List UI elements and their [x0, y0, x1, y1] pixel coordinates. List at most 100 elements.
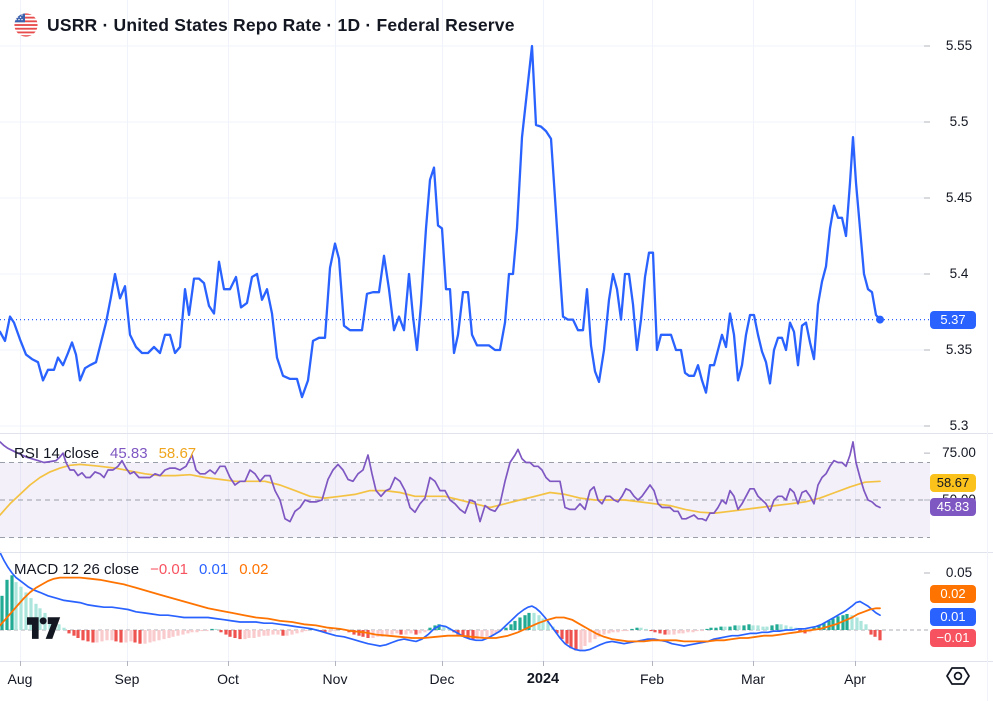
macd-histogram-bar	[611, 630, 614, 632]
symbol-title[interactable]: USRR · United States Repo Rate · 1D · Fe…	[47, 15, 515, 36]
macd-histogram-bar	[644, 629, 647, 630]
macd-line-badge: 0.01	[930, 608, 976, 626]
macd-histogram-bar	[200, 630, 203, 631]
rsi-axis-label: 75.00	[942, 445, 976, 460]
macd-histogram-bar	[747, 624, 750, 630]
macd-histogram-bar	[409, 630, 412, 633]
macd-histogram-bar	[205, 630, 208, 631]
macd-histogram-bar	[686, 630, 689, 632]
macd-histogram-bar	[224, 630, 227, 635]
macd-histogram-bar	[761, 627, 764, 630]
macd-histogram-bar	[728, 627, 731, 630]
macd-histogram-bar	[152, 630, 155, 641]
macd-histogram-bar	[532, 613, 535, 630]
rsi-ma-legend-value: 58.67	[159, 445, 197, 462]
macd-histogram-bar	[653, 630, 656, 632]
rsi-legend[interactable]: RSI 14 close 45.83 58.67	[14, 445, 196, 462]
time-axis-label: Nov	[323, 671, 348, 687]
macd-histogram-bar	[72, 630, 75, 636]
macd-histogram-bar	[290, 630, 293, 635]
macd-histogram-bar	[167, 630, 170, 638]
macd-histogram-bar	[705, 629, 708, 630]
price-axis-label: 5.35	[946, 342, 972, 357]
rsi-legend-name: RSI 14 close	[14, 445, 99, 462]
macd-legend[interactable]: MACD 12 26 close −0.01 0.01 0.02	[14, 561, 268, 578]
macd-histogram-bar	[565, 630, 568, 644]
macd-histogram-bar	[219, 630, 222, 632]
time-axis-label: Mar	[741, 671, 765, 687]
macd-histogram-bar	[635, 628, 638, 630]
macd-histogram-bar	[129, 630, 132, 641]
macd-histogram-bar	[756, 625, 759, 630]
macd-histogram-bar	[428, 628, 431, 630]
macd-histogram-bar	[845, 614, 848, 630]
time-axis-label: Sep	[115, 671, 140, 687]
macd-histogram-bar	[176, 630, 179, 636]
macd-histogram-bar	[639, 628, 642, 630]
macd-histogram-bar	[361, 630, 364, 637]
macd-histogram-bar	[691, 630, 694, 632]
macd-signal-badge: 0.02	[930, 585, 976, 603]
ohlc-eye-icon[interactable]	[944, 663, 974, 694]
price-axis-label: 5.45	[946, 190, 972, 205]
macd-histogram-bar	[621, 630, 624, 631]
macd-histogram-bar	[414, 630, 417, 635]
macd-histogram-bar	[247, 630, 250, 638]
macd-histogram-bar	[855, 618, 858, 631]
macd-histogram-bar	[672, 630, 675, 635]
macd-histogram-bar	[266, 630, 269, 636]
macd-histogram-bar	[148, 630, 151, 643]
time-axis-label: Dec	[430, 671, 455, 687]
macd-axis-label: 0.05	[946, 565, 972, 580]
macd-histogram-bar	[333, 630, 336, 631]
macd-histogram-bar	[423, 630, 426, 632]
macd-histogram-bar	[114, 630, 117, 641]
macd-histogram-bar	[257, 630, 260, 637]
macd-line-legend-value: 0.01	[199, 561, 228, 578]
price-axis-label: 5.3	[950, 418, 969, 433]
macd-histogram-bar	[607, 630, 610, 633]
macd-histogram-bar	[262, 630, 265, 636]
time-axis-label: Apr	[844, 671, 866, 687]
rsi-value-badge: 45.83	[930, 498, 976, 516]
macd-signal-legend-value: 0.02	[239, 561, 268, 578]
macd-histogram-bar	[775, 624, 778, 630]
macd-histogram-bar	[395, 630, 398, 633]
macd-histogram-bar	[719, 627, 722, 630]
chart-window: USRR · United States Repo Rate · 1D · Fe…	[0, 0, 993, 701]
macd-histogram-bar	[509, 624, 512, 630]
macd-histogram-bar	[779, 624, 782, 630]
macd-histogram-bar	[295, 630, 298, 633]
macd-histogram-bar	[404, 630, 407, 635]
macd-histogram-bar	[485, 630, 488, 637]
macd-histogram-bar	[19, 587, 22, 630]
time-axis-label: Feb	[640, 671, 664, 687]
price-axis-label: 5.5	[950, 114, 969, 129]
macd-histogram-bar	[723, 627, 726, 630]
chart-canvas[interactable]	[0, 0, 993, 701]
macd-histogram-bar	[276, 630, 279, 635]
macd-histogram-bar	[873, 630, 876, 637]
macd-histogram-bar	[67, 630, 70, 633]
tradingview-logo[interactable]	[27, 617, 61, 645]
macd-histogram-bar	[119, 630, 122, 643]
macd-histogram-bar	[737, 625, 740, 630]
macd-histogram-bar	[700, 630, 703, 631]
macd-histogram-bar	[658, 630, 661, 633]
macd-histogram-bar	[649, 630, 652, 631]
macd-histogram-bar	[864, 624, 867, 630]
macd-histogram-bar	[62, 628, 65, 630]
us-flag-icon	[14, 13, 38, 37]
macd-histogram-bar	[181, 630, 184, 635]
price-line	[0, 46, 880, 397]
macd-histogram-bar	[677, 630, 680, 633]
macd-histogram-bar	[770, 625, 773, 630]
macd-histogram-bar	[243, 630, 246, 639]
macd-histogram-bar	[602, 630, 605, 635]
time-axis-label: 2024	[527, 671, 559, 687]
macd-histogram-bar	[616, 630, 619, 632]
macd-histogram-bar	[228, 630, 231, 637]
symbol-header[interactable]: USRR · United States Repo Rate · 1D · Fe…	[14, 13, 515, 37]
macd-histogram-bar	[124, 630, 127, 643]
macd-histogram-bar	[81, 630, 84, 640]
